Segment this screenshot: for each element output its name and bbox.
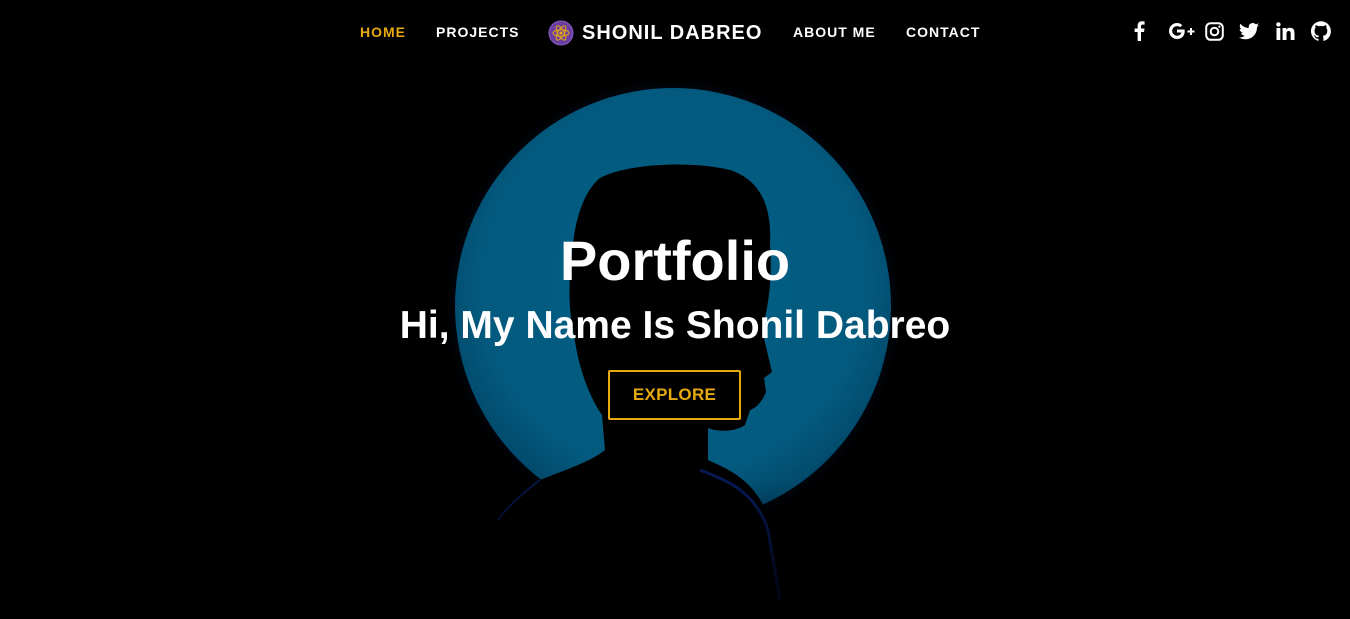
google-plus-icon[interactable]: [1168, 20, 1196, 42]
nav-item-home[interactable]: HOME: [360, 24, 406, 40]
hero-title: Portfolio: [559, 229, 791, 292]
brand-name: SHONIL DABREO: [582, 21, 763, 44]
brand-link[interactable]: SHONIL DABREO: [548, 19, 762, 47]
top-navigation: HOME PROJECTS SHONIL DABREO ABOUT ME CON…: [0, 0, 1350, 64]
hero-subtitle: Hi, My Name Is Shonil Dabreo: [399, 304, 951, 347]
nav-item-contact[interactable]: CONTACT: [906, 24, 980, 40]
twitter-icon[interactable]: [1238, 20, 1260, 42]
nav-item-about-me[interactable]: ABOUT ME: [793, 24, 876, 40]
page: HOME PROJECTS SHONIL DABREO ABOUT ME CON…: [0, 0, 1350, 619]
linkedin-icon[interactable]: [1274, 20, 1296, 42]
facebook-icon[interactable]: [1128, 20, 1150, 42]
instagram-icon[interactable]: [1203, 20, 1225, 42]
nav-item-projects[interactable]: PROJECTS: [436, 24, 519, 40]
explore-button[interactable]: EXPLORE: [608, 370, 741, 420]
github-icon[interactable]: [1310, 20, 1332, 42]
atom-logo-icon: [548, 20, 574, 46]
